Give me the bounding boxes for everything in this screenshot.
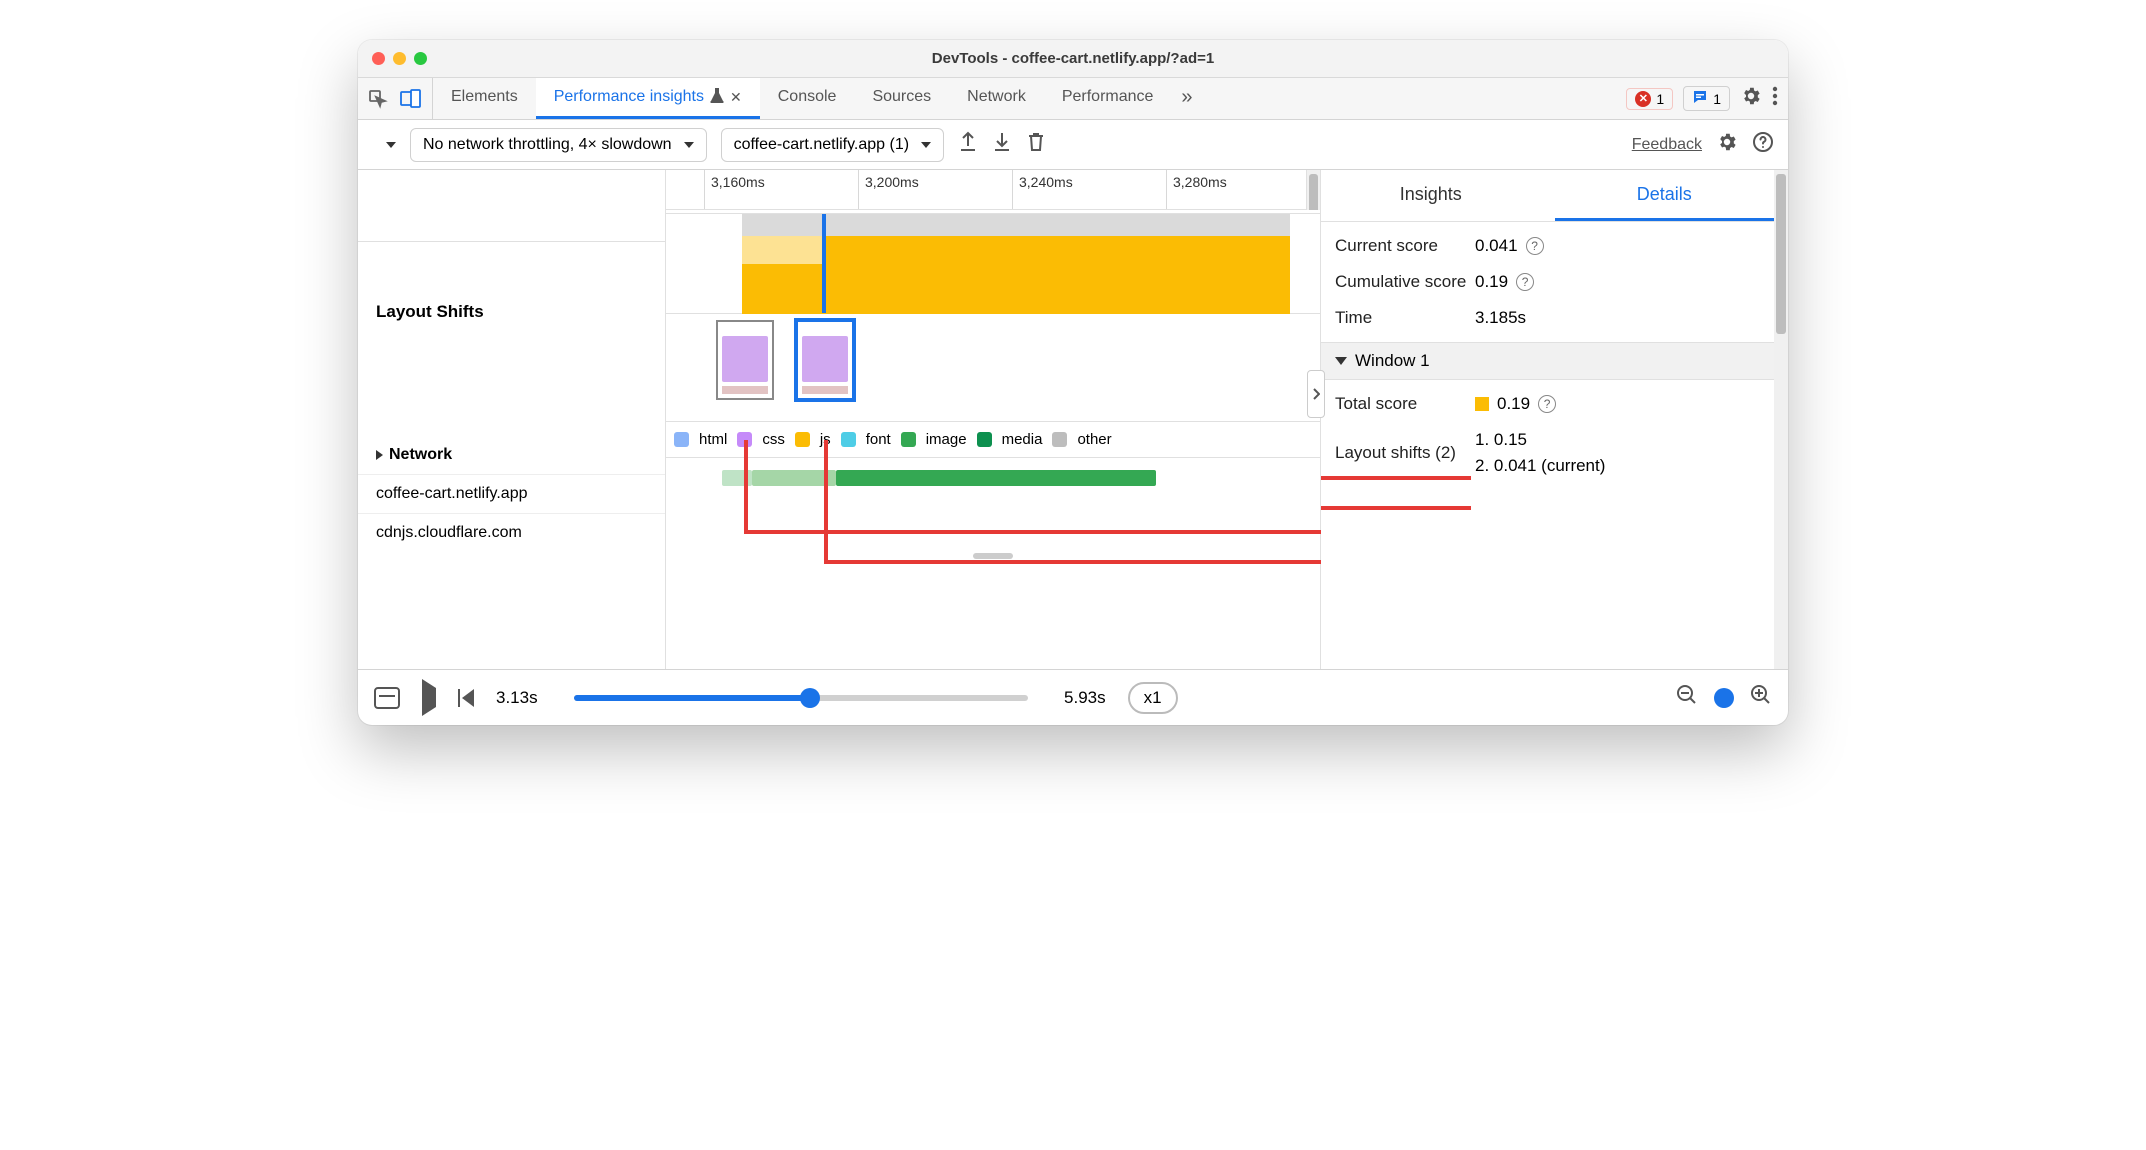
playback-end-time: 5.93s: [1064, 688, 1106, 708]
rewind-button[interactable]: [458, 689, 474, 707]
message-icon: [1692, 89, 1708, 108]
help-icon[interactable]: [1752, 131, 1774, 158]
ruler-tick: 3,160ms: [704, 170, 771, 209]
panel-settings-icon[interactable]: [1716, 131, 1738, 158]
ruler-tick: 3,200ms: [858, 170, 925, 209]
record-menu-caret[interactable]: [386, 142, 396, 148]
layout-shift-thumb[interactable]: [716, 320, 774, 400]
kv-total-score: Total score0.19?: [1321, 386, 1788, 422]
tab-sources[interactable]: Sources: [854, 78, 949, 119]
network-bar[interactable]: [836, 470, 1156, 486]
layout-shift-entry[interactable]: 1. 0.15: [1475, 430, 1527, 450]
network-host-row[interactable]: cdnjs.cloudflare.com: [358, 514, 665, 552]
playhead-cursor[interactable]: [822, 214, 826, 313]
network-bar[interactable]: [752, 470, 836, 486]
details-scrollbar[interactable]: [1774, 170, 1788, 669]
layout-shift-thumb-selected[interactable]: [794, 318, 856, 402]
minimize-window-button[interactable]: [393, 52, 406, 65]
titlebar: DevTools - coffee-cart.netlify.app/?ad=1: [358, 40, 1788, 78]
device-toolbar-icon[interactable]: [400, 89, 422, 109]
tab-insights[interactable]: Insights: [1321, 170, 1541, 221]
zoom-controls: [1676, 684, 1772, 711]
tab-console[interactable]: Console: [760, 78, 855, 119]
layout-shift-thumbnails: [666, 314, 1320, 422]
playback-slider[interactable]: [574, 695, 1028, 701]
legend-swatch: [977, 432, 992, 447]
network-host-row[interactable]: coffee-cart.netlify.app: [358, 475, 665, 514]
time-ruler[interactable]: 3,160ms 3,200ms 3,240ms 3,280ms: [666, 170, 1320, 210]
devtools-window: DevTools - coffee-cart.netlify.app/?ad=1…: [358, 40, 1788, 725]
tab-network[interactable]: Network: [949, 78, 1044, 119]
tab-performance-insights[interactable]: Performance insights ✕: [536, 78, 760, 119]
flask-icon: [710, 87, 724, 108]
ruler-tick: 3,280ms: [1166, 170, 1233, 209]
details-tabs: Insights Details: [1321, 170, 1788, 222]
playback-start-time: 3.13s: [496, 688, 538, 708]
chevron-down-icon: [1335, 357, 1347, 365]
inspect-icon[interactable]: [368, 89, 388, 109]
message-count-badge[interactable]: 1: [1683, 86, 1730, 111]
error-count-badge[interactable]: ✕1: [1626, 88, 1673, 110]
help-icon[interactable]: ?: [1516, 273, 1534, 291]
delete-icon[interactable]: [1026, 131, 1046, 158]
tab-performance[interactable]: Performance: [1044, 78, 1172, 119]
panel-body: Layout Shifts Network coffee-cart.netlif…: [358, 170, 1788, 669]
annotation-line: [1321, 506, 1471, 510]
play-button[interactable]: [422, 688, 436, 708]
panel-tabstrip: Elements Performance insights ✕ Console …: [358, 78, 1788, 120]
track-labels: Layout Shifts Network coffee-cart.netlif…: [358, 170, 666, 669]
legend-swatch: [737, 432, 752, 447]
recording-select[interactable]: coffee-cart.netlify.app (1): [721, 128, 945, 162]
throttling-select[interactable]: No network throttling, 4× slowdown: [410, 128, 707, 162]
layout-shifts-label: Layout Shifts: [358, 242, 665, 336]
more-tabs-button[interactable]: »: [1171, 78, 1202, 119]
zoom-in-icon[interactable]: [1750, 684, 1772, 711]
export-icon[interactable]: [958, 131, 978, 158]
timeline-area[interactable]: 3,160ms 3,200ms 3,240ms 3,280ms html: [666, 170, 1321, 669]
legend-swatch: [841, 432, 856, 447]
traffic-lights: [372, 52, 427, 65]
main-flamechart[interactable]: [666, 214, 1320, 314]
network-waterfall[interactable]: [666, 458, 1320, 548]
kv-layout-shifts: Layout shifts (2) 1. 0.15 2. 0.041 (curr…: [1321, 422, 1788, 484]
close-tab-icon[interactable]: ✕: [730, 89, 742, 106]
preview-toggle-icon[interactable]: [374, 687, 400, 709]
expand-triangle-icon: [376, 450, 383, 460]
speed-badge[interactable]: x1: [1128, 682, 1178, 714]
details-pane: Insights Details Current score0.041? Cum…: [1321, 170, 1788, 669]
legend-swatch: [901, 432, 916, 447]
feedback-link[interactable]: Feedback: [1632, 136, 1702, 154]
annotation-line: [1321, 476, 1471, 480]
kv-time: Time3.185s: [1321, 300, 1788, 336]
tab-details[interactable]: Details: [1555, 170, 1775, 221]
network-bar[interactable]: [722, 470, 752, 486]
collapse-sidepanel-button[interactable]: [1307, 370, 1325, 418]
horizontal-scrollbar[interactable]: [666, 548, 1320, 564]
more-menu-icon[interactable]: [1772, 85, 1778, 112]
network-legend: html css js font image media other: [666, 422, 1320, 458]
zoom-out-icon[interactable]: [1676, 684, 1698, 711]
legend-swatch: [674, 432, 689, 447]
settings-icon[interactable]: [1740, 85, 1762, 112]
kv-current-score: Current score0.041?: [1321, 228, 1788, 264]
score-chip-icon: [1475, 397, 1489, 411]
help-icon[interactable]: ?: [1538, 395, 1556, 413]
window-title: DevTools - coffee-cart.netlify.app/?ad=1: [358, 50, 1788, 67]
layout-shift-entry[interactable]: 2. 0.041 (current): [1475, 456, 1605, 476]
help-icon[interactable]: ?: [1526, 237, 1544, 255]
legend-swatch: [1052, 432, 1067, 447]
maximize-window-button[interactable]: [414, 52, 427, 65]
kv-cumulative-score: Cumulative score0.19?: [1321, 264, 1788, 300]
window-section-header[interactable]: Window 1: [1321, 342, 1788, 380]
ruler-tick: 3,240ms: [1012, 170, 1079, 209]
import-icon[interactable]: [992, 131, 1012, 158]
tab-elements[interactable]: Elements: [433, 78, 536, 119]
playback-bar: 3.13s 5.93s x1: [358, 669, 1788, 725]
network-section-header[interactable]: Network: [358, 436, 665, 475]
legend-swatch: [795, 432, 810, 447]
close-window-button[interactable]: [372, 52, 385, 65]
insights-toolbar: No network throttling, 4× slowdown coffe…: [358, 120, 1788, 170]
